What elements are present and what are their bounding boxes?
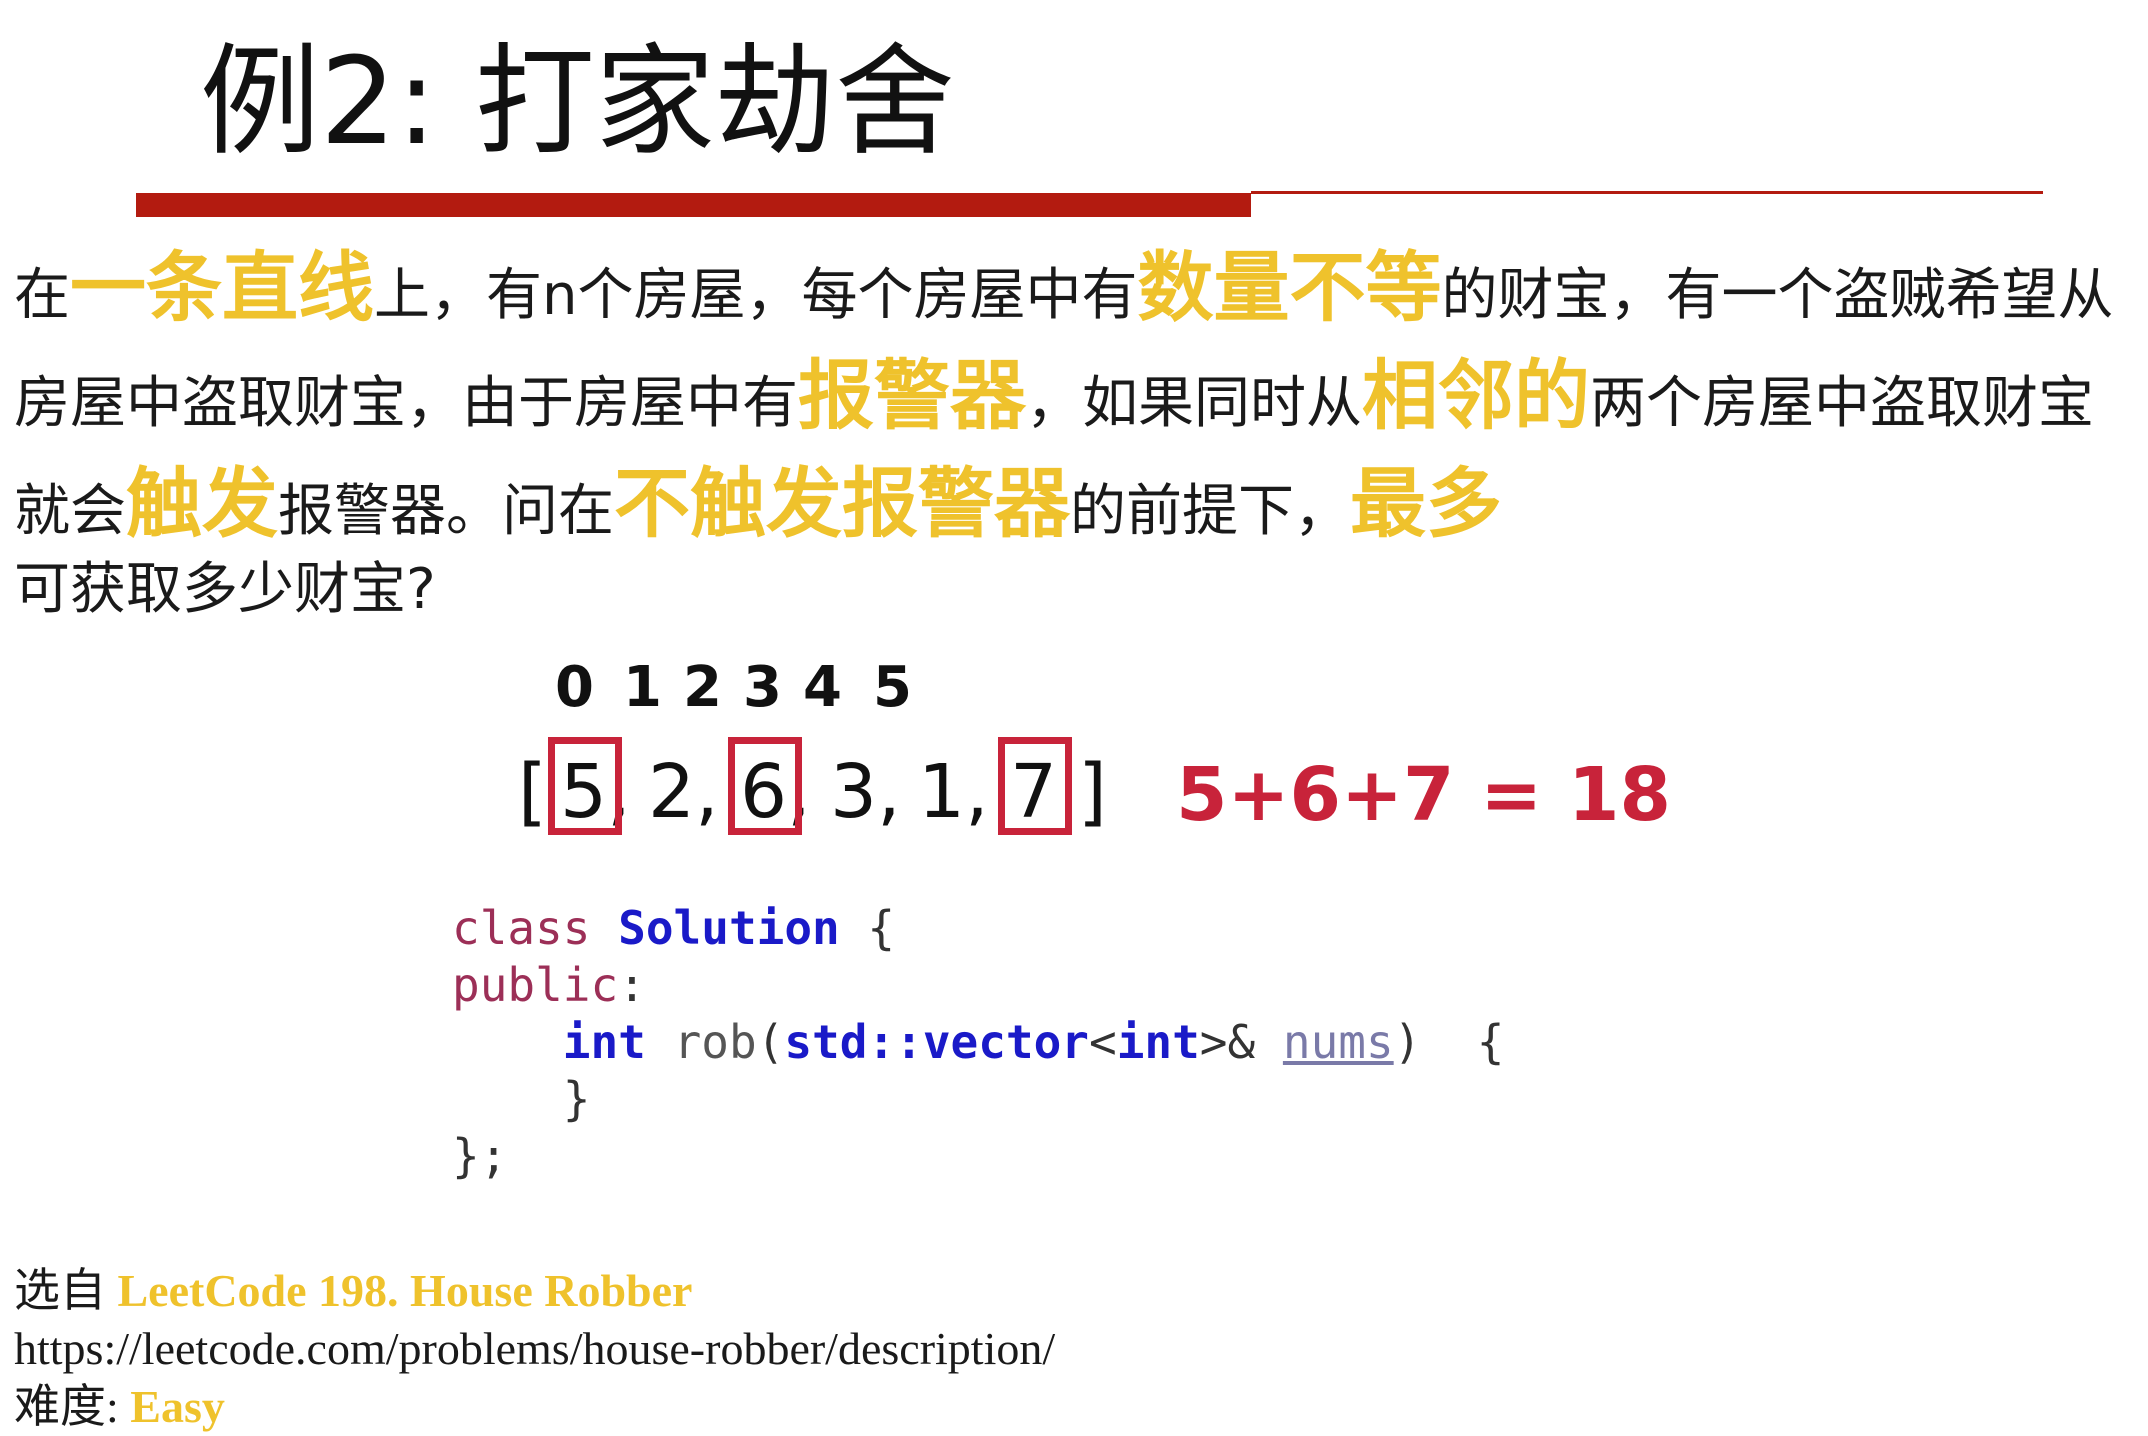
source-info: 选自 LeetCode 198. House Robber https://le… [14,1262,1055,1436]
array-value: 2, [648,749,719,835]
code-token: { [839,901,896,955]
source-url: https://leetcode.com/problems/house-robb… [14,1323,1056,1374]
array-value: 1, [918,749,989,835]
array-index: 5 [873,655,912,720]
code-token: ) { [1393,1015,1505,1069]
code-token: >& [1199,1015,1283,1069]
close-bracket: ] [1078,749,1107,835]
code-token: std::vector [784,1015,1089,1069]
code-line: public: [452,957,1504,1014]
code-token: }; [452,1129,508,1183]
code-token: } [452,1072,591,1126]
difficulty-label: 难度: [14,1381,119,1432]
array-index: 2 [683,655,722,720]
code-token: class [452,901,619,955]
source-label: 选自 [14,1265,106,1316]
description-text: 在 [14,263,70,328]
code-token: nums [1282,1015,1394,1069]
difficulty-line: 难度: Easy [14,1378,1055,1436]
description-text: ，如果同时从 [1026,371,1362,436]
highlight-phrase: 不触发报警器 [614,459,1070,548]
highlight-phrase: 触发 [126,459,278,548]
page-title: 例2: 打家劫舍 [200,33,955,172]
array-value: 3, [830,749,901,835]
title-rule-thin [1251,191,2043,194]
difficulty-value: Easy [130,1381,225,1432]
highlight-phrase: 一条直线 [70,243,374,332]
sum-expression: 5+6+7 = 18 [1176,752,1671,838]
code-token: rob [645,1015,757,1069]
code-token: int [1116,1015,1200,1069]
code-token: : [618,958,646,1012]
source-line: 选自 LeetCode 198. House Robber [14,1262,1055,1320]
code-block: class Solution {public: int rob(std::vec… [452,900,1504,1185]
code-token: public [452,958,619,1012]
array-index: 3 [743,655,782,720]
problem-description: 在一条直线上，有n个房屋，每个房屋中有数量不等的财宝，有一个盗贼希望从房屋中盗取… [14,238,2124,628]
code-line: int rob(std::vector<int>& nums) { [452,1014,1505,1071]
description-text: 可获取多少财宝? [14,557,436,622]
selected-house-box [548,737,622,835]
source-name: LeetCode 198. House Robber [117,1265,693,1316]
code-token: int [562,1015,646,1069]
code-line: }; [452,1128,1504,1185]
open-bracket: [ [518,749,547,835]
array-index: 1 [623,655,662,720]
code-line: } [452,1071,1504,1128]
title-rule-thick [136,193,1251,217]
array-index: 0 [555,655,594,720]
highlight-phrase: 数量不等 [1137,243,1442,332]
highlight-phrase: 报警器 [798,351,1026,440]
array-index: 4 [803,655,842,720]
description-text: 的前提下， [1070,479,1350,544]
highlight-phrase: 最多 [1350,459,1502,548]
description-text: 报警器。问在 [278,479,614,544]
code-token: Solution [618,901,840,955]
description-text: 上，有n个房屋，每个房屋中有 [374,263,1138,328]
selected-house-box [998,737,1072,835]
code-token: ( [756,1015,785,1069]
code-line: class Solution { [452,900,1504,957]
highlight-phrase: 相邻的 [1362,351,1590,440]
code-token: < [1089,1015,1117,1069]
selected-house-box [728,737,802,835]
